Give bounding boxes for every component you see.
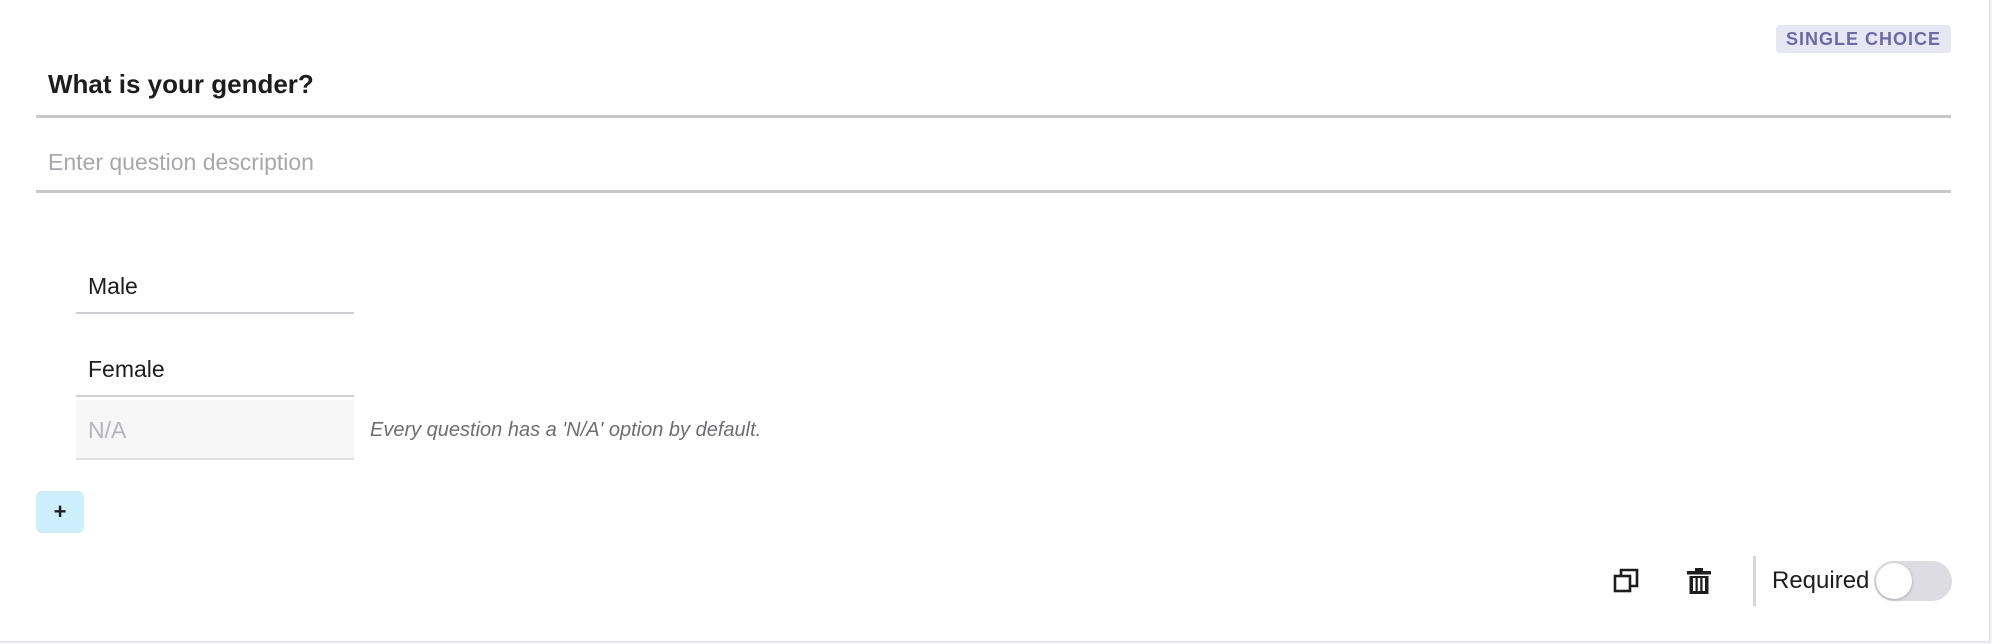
na-option-field: N/A bbox=[76, 400, 354, 460]
option-field[interactable]: Female bbox=[76, 341, 354, 397]
option-field[interactable]: Male bbox=[76, 258, 354, 314]
footer-divider bbox=[1753, 556, 1756, 606]
add-option-button[interactable]: + bbox=[36, 491, 84, 533]
question-type-badge: SINGLE CHOICE bbox=[1775, 25, 1951, 53]
trash-icon bbox=[1687, 568, 1711, 594]
duplicate-button[interactable] bbox=[1608, 563, 1644, 599]
delete-button[interactable] bbox=[1681, 563, 1717, 599]
required-toggle[interactable] bbox=[1874, 561, 1952, 601]
required-label: Required bbox=[1772, 567, 1870, 594]
duplicate-icon bbox=[1613, 568, 1639, 593]
question-title-field[interactable]: What is your gender? bbox=[36, 60, 1951, 118]
question-card: SINGLE CHOICE What is your gender? Male … bbox=[0, 0, 1990, 642]
question-description-input[interactable] bbox=[36, 135, 1951, 193]
na-option-hint: Every question has a 'N/A' option by def… bbox=[370, 419, 762, 441]
toggle-knob bbox=[1876, 563, 1912, 599]
